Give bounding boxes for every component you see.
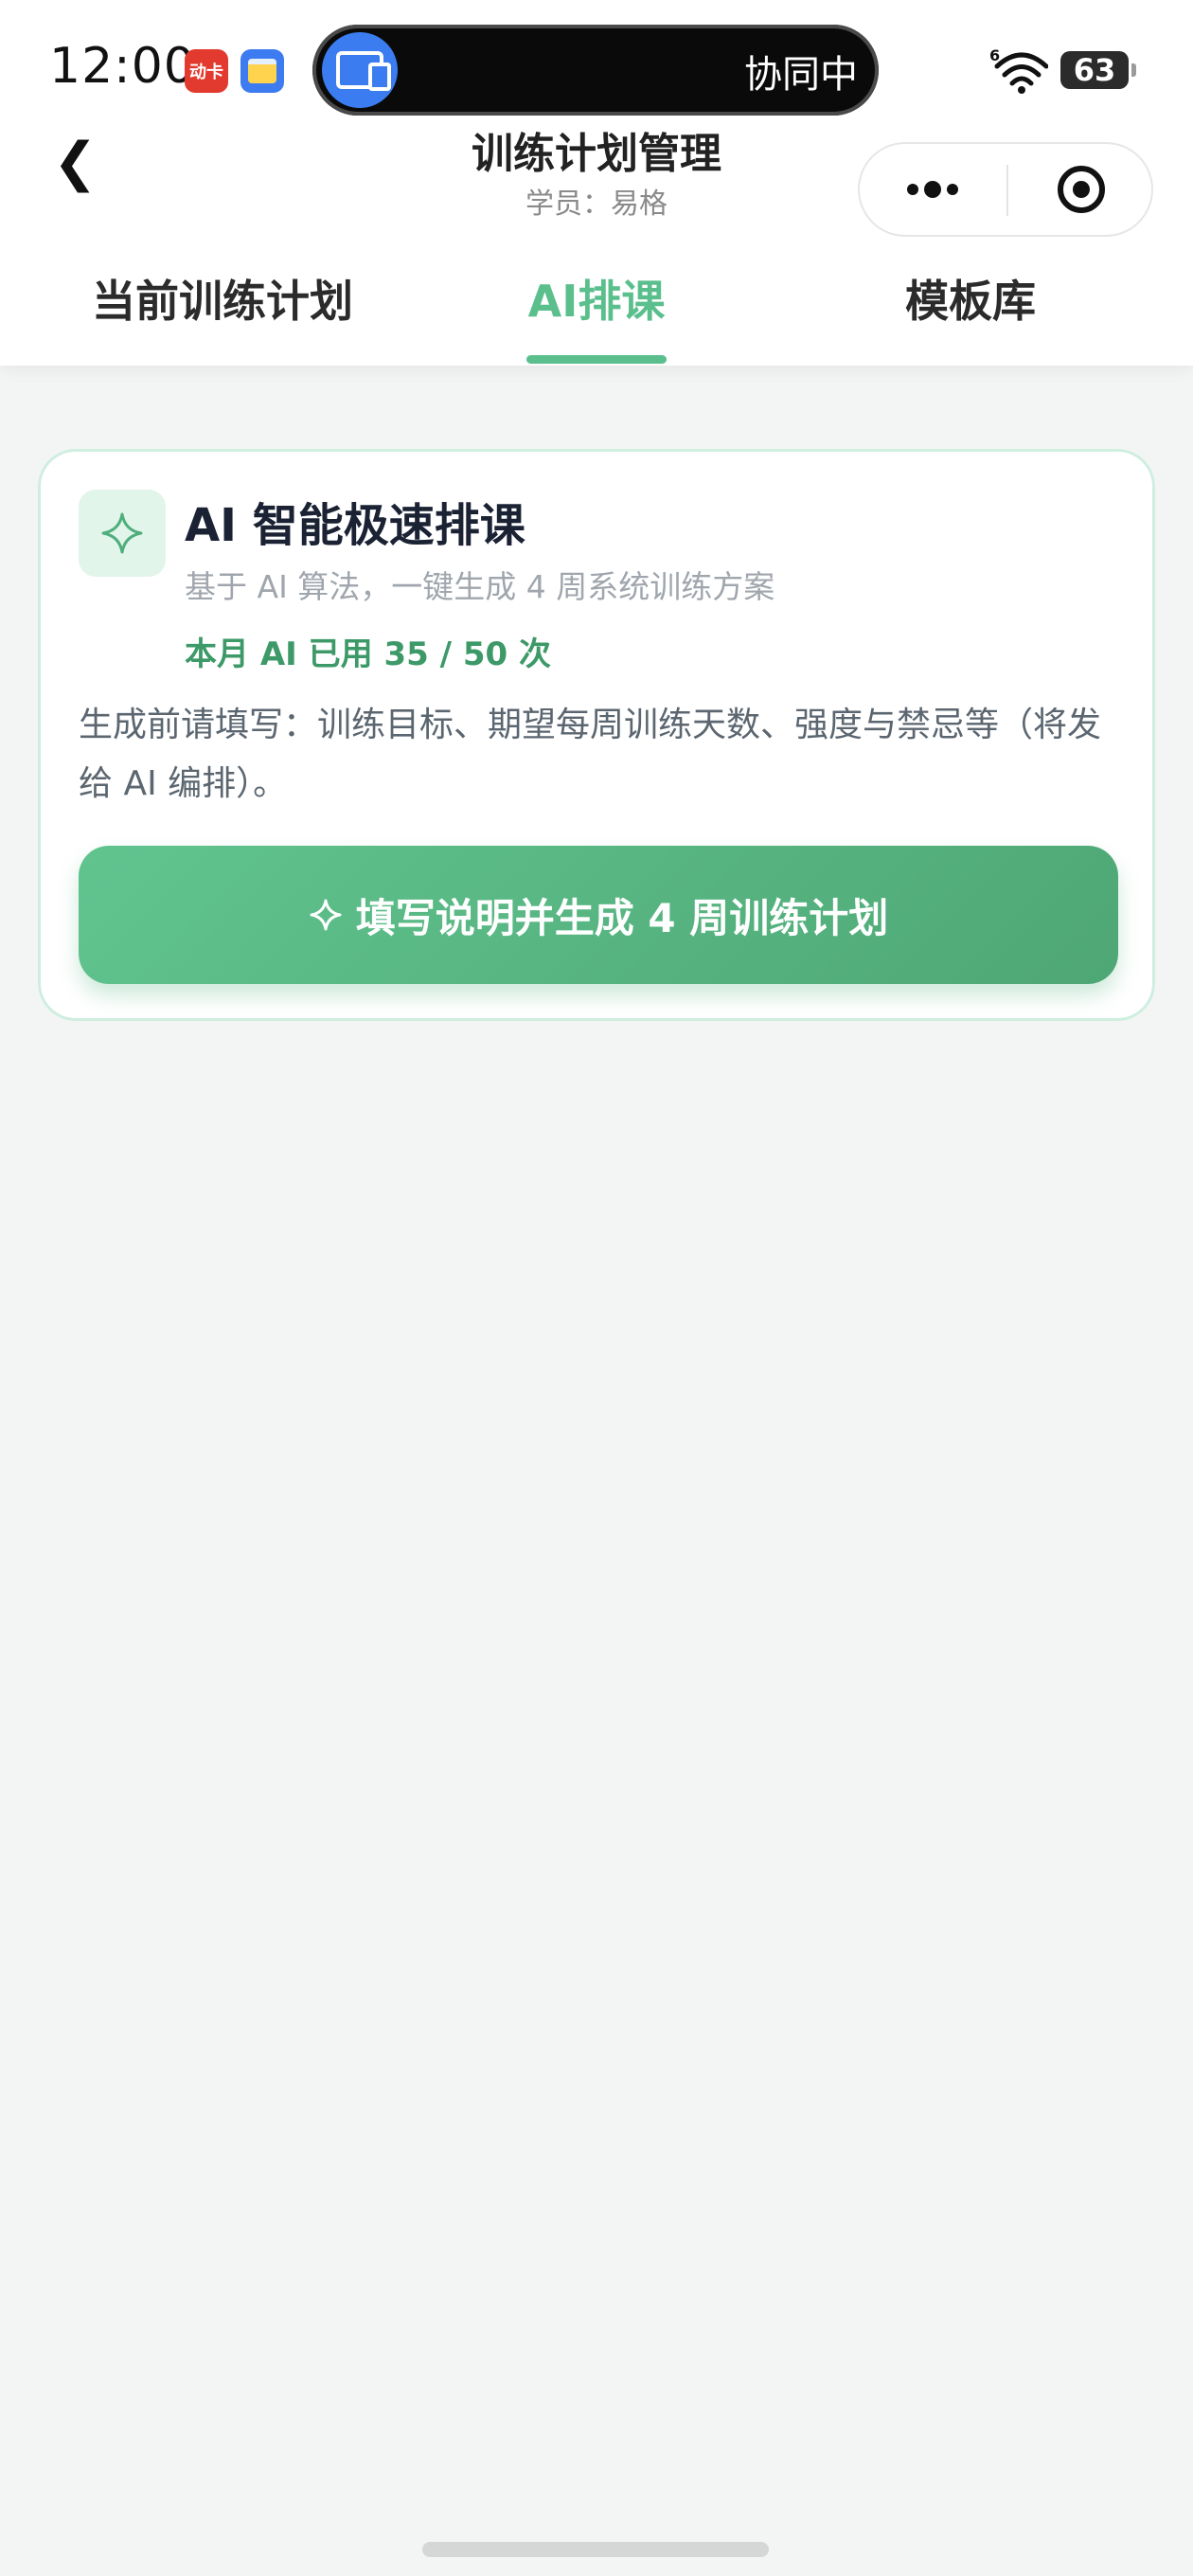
svg-text:6: 6 <box>989 46 1000 64</box>
generate-plan-label: 填写说明并生成 4 周训练计划 <box>355 894 889 941</box>
page-subtitle: 学员：易格 <box>525 188 668 221</box>
sparkle-icon <box>309 898 343 932</box>
sparkle-icon <box>79 490 166 577</box>
header: 12:00 动卡 协同中 6 63 ❮ 训练计划管理 学员：易格 当前训练计划 … <box>0 0 1193 366</box>
card-title: AI 智能极速排课 <box>185 499 525 552</box>
page-title: 训练计划管理 <box>472 130 721 178</box>
tab-template-library[interactable]: 模板库 <box>833 267 1108 362</box>
more-button[interactable] <box>860 144 1006 235</box>
card-note: 生成前请填写：训练目标、期望每周训练天数、强度与禁忌等（将发给 AI 编排）。 <box>79 706 1102 803</box>
wifi-icon: 6 <box>989 46 1048 94</box>
ai-schedule-card: AI 智能极速排课 基于 AI 算法，一键生成 4 周系统训练方案 本月 AI … <box>38 449 1155 1021</box>
target-circle-icon <box>1057 166 1105 213</box>
tab-ai-schedule[interactable]: AI排课 <box>454 267 739 362</box>
miniprogram-capsule <box>858 142 1153 237</box>
cooperate-devices-icon <box>322 32 398 108</box>
wallet-notification-icon <box>240 49 284 93</box>
back-icon: ❮ <box>53 131 98 193</box>
app-notification-icon: 动卡 <box>185 49 228 93</box>
cooperate-pill[interactable]: 协同中 <box>312 25 879 116</box>
more-dots-icon <box>907 181 958 198</box>
ai-usage-count: 本月 AI 已用 35 / 50 次 <box>185 635 552 673</box>
home-indicator[interactable] <box>422 2542 769 2557</box>
app-notification-label: 动卡 <box>189 63 223 82</box>
close-miniprogram-button[interactable] <box>1008 144 1153 235</box>
tab-bar: 当前训练计划 AI排课 模板库 <box>0 256 1193 366</box>
tab-current-plan[interactable]: 当前训练计划 <box>57 267 388 362</box>
generate-plan-button[interactable]: 填写说明并生成 4 周训练计划 <box>79 846 1118 984</box>
battery-icon: 63 <box>1060 51 1136 89</box>
back-button[interactable]: ❮ <box>53 127 110 197</box>
cooperate-label: 协同中 <box>744 53 858 97</box>
active-tab-indicator <box>526 355 667 364</box>
status-time: 12:00 <box>49 38 196 95</box>
card-description: 基于 AI 算法，一键生成 4 周系统训练方案 <box>185 568 775 605</box>
battery-level: 63 <box>1073 52 1116 88</box>
status-bar: 12:00 动卡 协同中 6 63 <box>0 0 1193 133</box>
